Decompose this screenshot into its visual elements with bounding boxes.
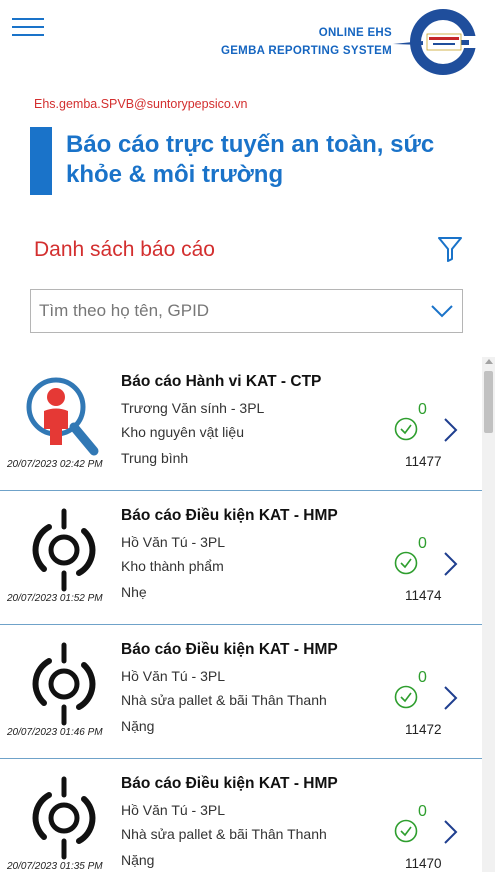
chevron-right-icon[interactable] (441, 551, 459, 577)
report-person: Hồ Văn Tú - 3PL (121, 668, 226, 684)
report-list-title: Danh sách báo cáo (34, 238, 215, 261)
report-severity: Nhẹ (121, 584, 147, 600)
report-location: Nhà sửa pallet & bãi Thân Thanh (121, 826, 327, 842)
report-id: 11474 (405, 588, 442, 603)
condition-hook-icon (32, 642, 96, 726)
check-circle-icon (394, 819, 418, 843)
scroll-thumb[interactable] (484, 371, 493, 433)
check-circle-icon (394, 685, 418, 709)
report-person: Hồ Văn Tú - 3PL (121, 534, 226, 550)
user-email: Ehs.gemba.SPVB@suntorypepsico.vn (34, 97, 248, 111)
report-severity: Nặng (121, 718, 155, 734)
brand-title: ONLINE EHS (318, 27, 392, 39)
title-accent-bar (30, 127, 52, 195)
report-severity: Trung bình (121, 450, 189, 466)
report-card[interactable]: 20/07/2023 02:42 PM Báo cáo Hành vi KAT … (0, 357, 482, 491)
hamburger-menu-icon[interactable] (12, 16, 44, 38)
report-person: Trương Văn sính - 3PL (121, 400, 265, 416)
report-id: 11470 (405, 856, 442, 871)
scroll-up-icon[interactable] (485, 359, 493, 364)
chevron-right-icon[interactable] (441, 819, 459, 845)
report-date: 20/07/2023 01:35 PM (7, 861, 103, 872)
report-list: 20/07/2023 02:42 PM Báo cáo Hành vi KAT … (0, 357, 482, 872)
report-id: 11472 (405, 722, 442, 737)
report-title: Báo cáo Điều kiện KAT - HMP (121, 507, 338, 524)
report-date: 20/07/2023 02:42 PM (7, 459, 103, 470)
chevron-right-icon[interactable] (441, 417, 459, 443)
search-input[interactable] (39, 290, 424, 332)
report-count: 0 (418, 535, 427, 552)
page-title: Báo cáo trực tuyến an toàn, sức khỏe & m… (66, 131, 435, 188)
report-id: 11477 (405, 454, 442, 469)
filter-funnel-icon[interactable] (437, 235, 463, 263)
list-scrollbar[interactable] (482, 357, 495, 872)
report-count: 0 (418, 803, 427, 820)
ehs-gemba-logo-icon (393, 9, 479, 75)
report-count: 0 (418, 669, 427, 686)
report-location: Kho nguyên vật liệu (121, 424, 244, 440)
report-date: 20/07/2023 01:46 PM (7, 727, 103, 738)
app-header: ONLINE EHS GEMBA REPORTING SYSTEM (0, 0, 495, 95)
report-title: Báo cáo Hành vi KAT - CTP (121, 373, 322, 390)
report-title: Báo cáo Điều kiện KAT - HMP (121, 641, 338, 658)
report-location: Nhà sửa pallet & bãi Thân Thanh (121, 692, 327, 708)
check-circle-icon (394, 417, 418, 441)
report-card[interactable]: 20/07/2023 01:46 PM Báo cáo Điều kiện KA… (0, 625, 482, 759)
report-severity: Nặng (121, 852, 155, 868)
report-location: Kho thành phẩm (121, 558, 224, 574)
condition-hook-icon (32, 508, 96, 592)
search-select[interactable] (30, 289, 463, 333)
behavior-search-person-icon (26, 377, 99, 456)
check-circle-icon (394, 551, 418, 575)
report-card[interactable]: 20/07/2023 01:35 PM Báo cáo Điều kiện KA… (0, 759, 482, 872)
report-card[interactable]: 20/07/2023 01:52 PM Báo cáo Điều kiện KA… (0, 491, 482, 625)
condition-hook-icon (32, 776, 96, 860)
report-title: Báo cáo Điều kiện KAT - HMP (121, 775, 338, 792)
chevron-down-icon[interactable] (430, 303, 454, 319)
report-person: Hồ Văn Tú - 3PL (121, 802, 226, 818)
report-count: 0 (418, 401, 427, 418)
report-date: 20/07/2023 01:52 PM (7, 593, 103, 604)
brand-subtitle: GEMBA REPORTING SYSTEM (220, 45, 392, 57)
chevron-right-icon[interactable] (441, 685, 459, 711)
